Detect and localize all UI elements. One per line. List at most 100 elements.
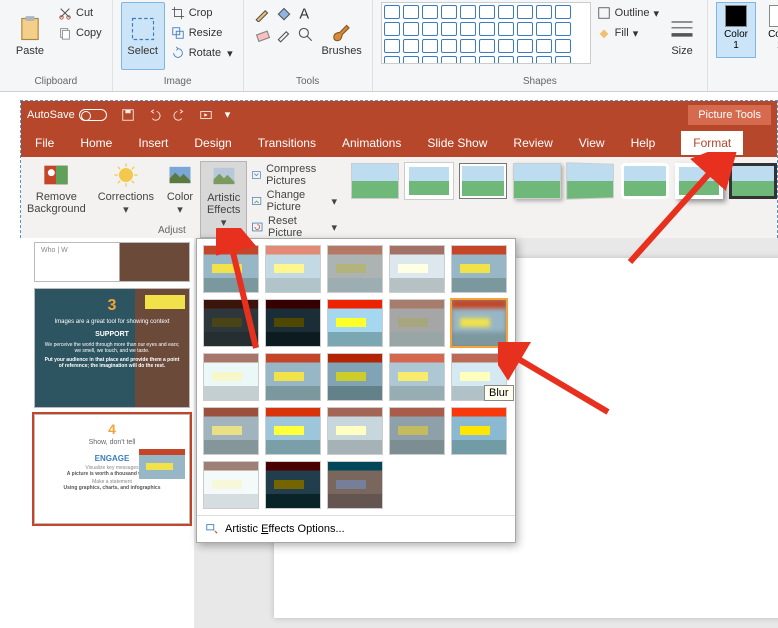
eraser-icon[interactable]	[254, 25, 272, 43]
color-icon	[166, 161, 194, 189]
shapes-group-label: Shapes	[381, 76, 699, 89]
effects-options-button[interactable]: Artistic Effects Options...	[197, 515, 515, 542]
group-colors: Color 1 Color 2	[708, 0, 778, 91]
paint-ribbon: Paste Cut Copy Clipboard Select Crop Res…	[0, 0, 778, 92]
brushes-label: Brushes	[321, 45, 361, 57]
zoom-icon[interactable]	[296, 25, 314, 43]
change-picture-button[interactable]: Change Picture▾	[251, 189, 337, 213]
tab-transitions[interactable]: Transitions	[258, 136, 316, 150]
outline-button[interactable]: Outline▾	[595, 4, 661, 22]
style-item[interactable]	[405, 163, 453, 199]
title-bar: AutoSave ▾ Picture Tools	[21, 101, 777, 129]
slide-thumbnails[interactable]: Who | W 12 ★ 3 Images are a great tool f…	[20, 238, 194, 628]
change-icon	[251, 194, 262, 208]
pencil-icon[interactable]	[254, 4, 272, 22]
tab-format[interactable]: Format	[681, 131, 743, 155]
format-ribbon: Remove Background Corrections▾ Color▾ Ar…	[21, 157, 777, 239]
effect-item[interactable]	[327, 299, 383, 347]
effect-item[interactable]	[203, 353, 259, 401]
effect-item[interactable]	[327, 245, 383, 293]
menu-bar: File Home Insert Design Transitions Anim…	[21, 129, 777, 157]
crop-icon	[171, 6, 185, 20]
fill-icon[interactable]	[275, 4, 293, 22]
autosave-toggle[interactable]: AutoSave	[27, 109, 107, 121]
thumb-13[interactable]: 4 Show, don't tell ENGAGE Visualize key …	[34, 414, 190, 524]
tab-file[interactable]: File	[35, 136, 54, 150]
picker-icon[interactable]	[275, 25, 293, 43]
svg-text:A: A	[299, 7, 309, 22]
redo-icon[interactable]	[173, 108, 187, 122]
paste-icon	[16, 15, 44, 43]
size-button[interactable]: Size	[665, 2, 699, 70]
color1-button[interactable]: Color 1	[716, 2, 756, 58]
quick-access-toolbar: ▾	[121, 108, 231, 122]
effect-item[interactable]	[451, 245, 507, 293]
style-item[interactable]	[351, 163, 399, 199]
style-item[interactable]	[459, 163, 507, 199]
tab-slideshow[interactable]: Slide Show	[427, 136, 487, 150]
bucket-icon	[597, 26, 611, 40]
remove-bg-button[interactable]: Remove Background	[21, 161, 92, 238]
thumb-11[interactable]: Who | W	[34, 242, 190, 282]
save-icon[interactable]	[121, 108, 135, 122]
toggle-icon	[79, 109, 107, 121]
tab-view[interactable]: View	[579, 136, 605, 150]
crop-button[interactable]: Crop	[169, 4, 235, 22]
resize-icon	[171, 26, 185, 40]
style-item[interactable]	[621, 163, 669, 199]
start-icon[interactable]	[199, 108, 213, 122]
effect-item[interactable]	[265, 353, 321, 401]
group-tools: A Brushes Tools	[244, 0, 373, 91]
brushes-button[interactable]: Brushes	[320, 2, 364, 70]
undo-icon[interactable]	[147, 108, 161, 122]
effect-item[interactable]	[203, 461, 259, 509]
cut-button[interactable]: Cut	[56, 4, 104, 22]
effect-none[interactable]	[203, 245, 259, 293]
style-item[interactable]	[513, 163, 561, 199]
effect-item[interactable]	[265, 407, 321, 455]
style-item-selected[interactable]	[729, 163, 777, 199]
artistic-effects-button[interactable]: Artistic Effects▾	[200, 161, 247, 238]
effect-item[interactable]	[265, 245, 321, 293]
copy-icon	[58, 26, 72, 40]
effect-blur[interactable]	[451, 299, 507, 347]
fill-button[interactable]: Fill▾	[595, 24, 661, 42]
effect-item[interactable]	[203, 407, 259, 455]
effect-item[interactable]	[327, 461, 383, 509]
text-icon[interactable]: A	[296, 4, 314, 22]
effect-item[interactable]	[265, 299, 321, 347]
effect-item[interactable]	[451, 407, 507, 455]
copy-button[interactable]: Copy	[56, 24, 104, 42]
tab-animations[interactable]: Animations	[342, 136, 401, 150]
shapes-gallery[interactable]: for(let i=0;i<40;i++)document.write('<di…	[381, 2, 591, 64]
effect-item[interactable]	[389, 245, 445, 293]
paste-button[interactable]: Paste	[8, 2, 52, 70]
tab-review[interactable]: Review	[513, 136, 552, 150]
brush-icon	[328, 15, 356, 43]
color2-button[interactable]: Color 2	[760, 2, 778, 58]
rotate-button[interactable]: Rotate▾	[169, 44, 235, 62]
paste-label: Paste	[16, 45, 44, 57]
tab-insert[interactable]: Insert	[138, 136, 168, 150]
image-group-label: Image	[121, 76, 235, 89]
effect-item[interactable]	[389, 353, 445, 401]
resize-button[interactable]: Resize	[169, 24, 235, 42]
tool-palette[interactable]: A	[252, 2, 316, 45]
tab-design[interactable]: Design	[194, 136, 231, 150]
effect-item[interactable]	[389, 407, 445, 455]
effect-item[interactable]	[327, 353, 383, 401]
thumb-12[interactable]: 3 Images are a great tool for showing co…	[34, 288, 190, 408]
tab-help[interactable]: Help	[631, 136, 656, 150]
reset-picture-button[interactable]: Reset Picture▾	[251, 215, 337, 239]
compress-button[interactable]: Compress Pictures	[251, 163, 337, 187]
select-button[interactable]: Select	[121, 2, 165, 70]
style-item[interactable]	[675, 163, 723, 199]
corrections-button[interactable]: Corrections▾	[92, 161, 160, 238]
picture-styles-gallery[interactable]	[351, 161, 777, 238]
effect-item[interactable]	[389, 299, 445, 347]
style-item[interactable]	[566, 162, 614, 200]
effect-item[interactable]	[327, 407, 383, 455]
effect-item[interactable]	[203, 299, 259, 347]
tab-home[interactable]: Home	[80, 136, 112, 150]
effect-item[interactable]	[265, 461, 321, 509]
